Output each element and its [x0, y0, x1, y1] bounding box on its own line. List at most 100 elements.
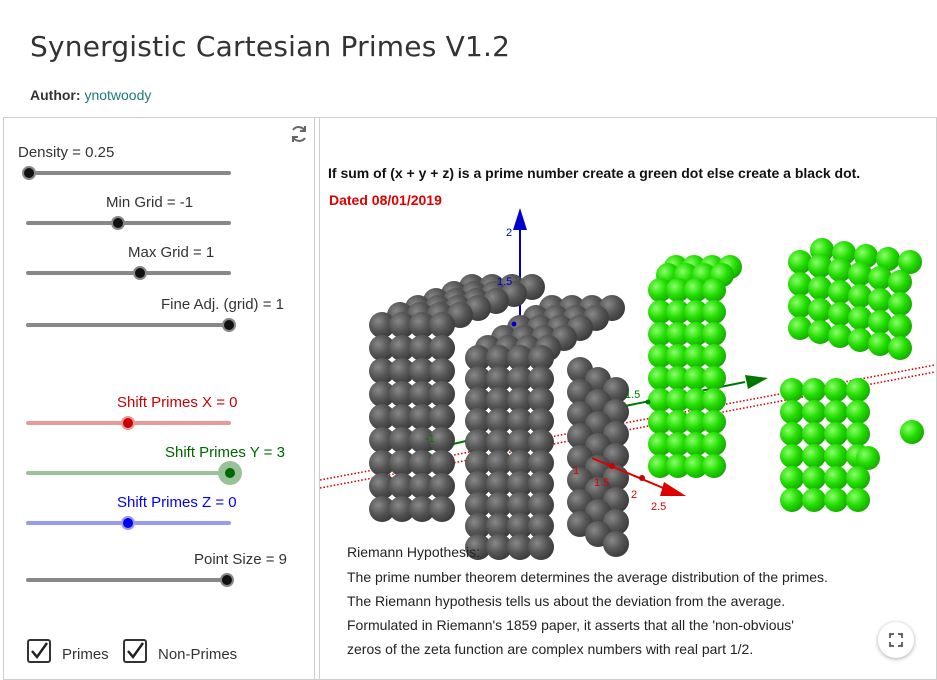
- density-label: Density = 0.25: [18, 144, 115, 161]
- non-prime-point: [429, 450, 455, 476]
- prime-point: [828, 258, 852, 282]
- prime-point: [900, 420, 924, 444]
- y-axis-arrow: [745, 375, 768, 389]
- graphics-heading: If sum of (x + y + z) is a prime number …: [328, 165, 861, 181]
- prime-point: [702, 410, 726, 434]
- checkmark-icon: [31, 642, 49, 660]
- prime-point: [808, 254, 832, 278]
- prime-point: [846, 422, 870, 446]
- prime-point: [846, 378, 870, 402]
- shift-z-label: Shift Primes Z = 0: [117, 494, 237, 511]
- fullscreen-button[interactable]: [878, 622, 914, 658]
- prime-point: [868, 332, 892, 356]
- prime-point: [848, 262, 872, 286]
- author-link[interactable]: ynotwoody: [84, 87, 151, 103]
- non-prime-point: [429, 381, 455, 407]
- prime-point: [808, 320, 832, 344]
- prime-point: [824, 488, 848, 512]
- prime-point: [702, 454, 726, 478]
- point-size-slider-knob[interactable]: [220, 573, 234, 587]
- prime-point: [780, 488, 804, 512]
- density-slider-knob[interactable]: [22, 166, 36, 180]
- prime-point: [702, 344, 726, 368]
- riemann-line: Formulated in Riemann's 1859 paper, it a…: [347, 617, 794, 633]
- non-prime-point: [429, 335, 455, 361]
- prime-point: [846, 488, 870, 512]
- point-size-slider-track[interactable]: [26, 578, 231, 582]
- prime-point: [848, 284, 872, 308]
- max-grid-slider-knob[interactable]: [133, 266, 147, 280]
- shift-y-slider-knob[interactable]: [223, 466, 237, 480]
- prime-point: [780, 466, 804, 490]
- point-cloud: [369, 238, 924, 560]
- density-slider-track[interactable]: [26, 171, 231, 175]
- prime-point: [888, 270, 912, 294]
- shift-x-label: Shift Primes X = 0: [117, 394, 238, 411]
- prime-point: [828, 280, 852, 304]
- prime-point: [846, 466, 870, 490]
- min-grid-slider-track[interactable]: [26, 221, 231, 225]
- prime-point: [888, 314, 912, 338]
- shift-x-slider-knob[interactable]: [121, 416, 135, 430]
- non-prime-point: [429, 358, 455, 384]
- riemann-title: Riemann Hypothesis:: [347, 544, 481, 560]
- fine-adj-slider-knob[interactable]: [222, 318, 236, 332]
- prime-point: [824, 422, 848, 446]
- x-tick-1-5: 1.5: [594, 477, 609, 489]
- y-tick-1-5: 1.5: [625, 389, 640, 401]
- refresh-icon[interactable]: [289, 124, 309, 144]
- non-primes-checkbox[interactable]: [123, 639, 147, 663]
- x-tick-2-5: 2.5: [651, 501, 666, 513]
- min-grid-slider-knob[interactable]: [111, 216, 125, 230]
- prime-point: [828, 302, 852, 326]
- riemann-line: The Riemann hypothesis tells us about th…: [347, 593, 786, 609]
- max-grid-slider-track[interactable]: [26, 271, 231, 275]
- prime-point: [888, 292, 912, 316]
- non-prime-point: [603, 531, 629, 557]
- prime-point: [848, 328, 872, 352]
- prime-point: [780, 378, 804, 402]
- fine-adj-slider-track[interactable]: [26, 323, 231, 327]
- non-prime-point: [429, 496, 455, 522]
- prime-point: [702, 432, 726, 456]
- point-size-label: Point Size = 9: [194, 551, 287, 568]
- primes-checkbox[interactable]: [27, 639, 51, 663]
- prime-point: [808, 298, 832, 322]
- non-prime-point: [429, 473, 455, 499]
- non-primes-checkbox-label[interactable]: Non-Primes: [158, 646, 237, 663]
- x-tick-2: 2: [631, 489, 637, 501]
- shift-y-slider-track[interactable]: [26, 471, 231, 475]
- x-tick-1: 1: [573, 465, 579, 477]
- prime-point: [824, 378, 848, 402]
- prime-point: [802, 466, 826, 490]
- prime-point: [868, 310, 892, 334]
- prime-point: [824, 444, 848, 468]
- algebra-panel: Density = 0.25 Min Grid = -1 Max Grid = …: [4, 118, 315, 679]
- x-axis-arrow: [660, 482, 686, 496]
- fullscreen-icon: [889, 633, 903, 647]
- author-label: Author:: [30, 87, 81, 103]
- prime-point: [848, 306, 872, 330]
- prime-point: [780, 400, 804, 424]
- prime-point: [702, 300, 726, 324]
- primes-checkbox-label[interactable]: Primes: [62, 646, 109, 663]
- prime-point: [846, 400, 870, 424]
- prime-point: [788, 316, 812, 340]
- prime-point: [788, 250, 812, 274]
- prime-point: [788, 294, 812, 318]
- z-axis-arrow: [513, 208, 527, 230]
- prime-point: [702, 278, 726, 302]
- prime-point: [868, 266, 892, 290]
- prime-point: [888, 336, 912, 360]
- prime-point: [780, 444, 804, 468]
- prime-point: [868, 288, 892, 312]
- z-tick-1-5: 1.5: [497, 276, 512, 288]
- y-tick-neg1: -1: [425, 433, 435, 445]
- shift-z-slider-knob[interactable]: [121, 516, 135, 530]
- riemann-line: zeros of the zeta function are complex n…: [347, 641, 754, 657]
- author-line: Author: ynotwoody: [30, 87, 151, 103]
- page-title: Synergistic Cartesian Primes V1.2: [30, 30, 511, 63]
- checkmark-icon: [127, 642, 145, 660]
- date-label: Dated 08/01/2019: [329, 192, 442, 208]
- prime-point: [702, 366, 726, 390]
